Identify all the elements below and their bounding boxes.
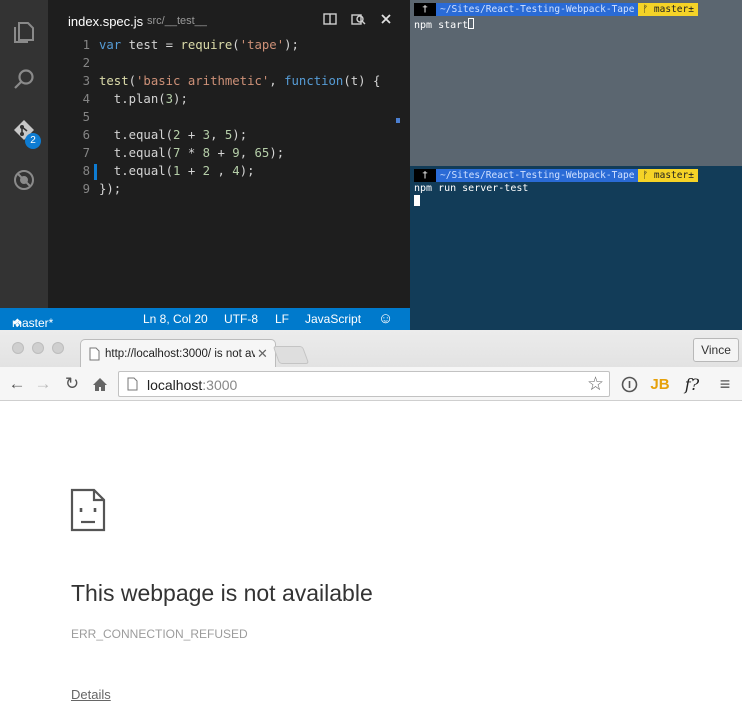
code-line: t.equal(2 + 3, 5);	[99, 128, 248, 142]
line-number: 6	[82, 128, 90, 142]
prompt-dagger-icon: †	[414, 3, 436, 16]
tab-filename[interactable]: index.spec.js	[68, 14, 143, 29]
prompt-bar: † ~/Sites/React-Testing-Webpack-Tape ᚠ m…	[414, 169, 698, 182]
menu-icon[interactable]: ≡	[714, 374, 736, 394]
line-number: 3	[82, 74, 90, 88]
cursor-position[interactable]: Ln 8, Col 20	[143, 312, 208, 326]
git-changes-badge: 2	[25, 133, 41, 149]
terminal-cursor	[468, 18, 475, 29]
code-line: t.equal(7 * 8 + 9, 65);	[99, 146, 285, 160]
git-icon[interactable]	[0, 108, 48, 152]
modified-line-marker	[94, 164, 97, 180]
code-line: var test = require('tape');	[99, 38, 299, 52]
line-number: 8	[82, 164, 90, 178]
page-info-icon[interactable]	[127, 377, 138, 396]
line-number: 7	[82, 146, 90, 160]
bookmark-star-icon[interactable]: ☆	[587, 373, 604, 396]
window-zoom-button[interactable]	[52, 342, 64, 354]
details-link[interactable]: Details	[71, 687, 111, 702]
tab-path: src/__test__	[147, 15, 207, 27]
branch-icon: ᚠ	[642, 4, 654, 15]
feedback-smiley-icon[interactable]: ☺	[378, 310, 393, 327]
tab-title: http://localhost:3000/ is not available	[105, 348, 255, 360]
terminal-command: npm start	[414, 18, 475, 31]
overview-ruler-marker	[396, 118, 400, 123]
window-minimize-button[interactable]	[32, 342, 44, 354]
line-number: 5	[82, 110, 90, 124]
terminal-pane-top[interactable]: † ~/Sites/React-Testing-Webpack-Tape ᚠ m…	[410, 0, 742, 166]
search-icon[interactable]	[0, 58, 48, 102]
prompt-git-branch: ᚠ master±	[638, 169, 698, 182]
open-changes-icon[interactable]	[350, 11, 366, 27]
code-area[interactable]: 1 2 3 4 6 5 7 8 9 var test = require('ta…	[48, 36, 408, 306]
page-icon	[89, 347, 100, 364]
tab-close-icon[interactable]: ✕	[257, 346, 268, 362]
reload-icon[interactable]: ↻	[61, 374, 83, 394]
page-content: This webpage is not available ERR_CONNEC…	[0, 402, 742, 728]
prompt-git-branch: ᚠ master±	[638, 3, 698, 16]
browser-window: http://localhost:3000/ is not available …	[0, 330, 742, 728]
code-editor-window: 2 index.spec.js src/__test__ 1 2 3 4 6 5…	[0, 0, 410, 330]
close-icon[interactable]	[378, 11, 394, 27]
line-number: 2	[82, 56, 90, 70]
error-code: ERR_CONNECTION_REFUSED	[71, 627, 248, 641]
line-number: 9	[82, 182, 90, 196]
back-icon[interactable]: ←	[6, 374, 28, 394]
jetbrains-extension-icon[interactable]: JB	[649, 374, 671, 394]
extension-f-icon[interactable]: f?	[681, 374, 703, 394]
code-line: });	[99, 182, 122, 196]
error-title: This webpage is not available	[71, 580, 373, 606]
code-line: t.equal(1 + 2 , 4);	[99, 164, 255, 178]
line-number: 4	[82, 92, 90, 106]
prompt-path: ~/Sites/React-Testing-Webpack-Tape	[436, 3, 639, 16]
terminal-cursor	[414, 195, 420, 208]
terminal-pane-bottom[interactable]: † ~/Sites/React-Testing-Webpack-Tape ᚠ m…	[410, 166, 742, 330]
profile-button[interactable]: Vince	[693, 338, 739, 362]
url-text: localhost:3000	[147, 377, 238, 393]
code-line: test('basic arithmetic', function(t) {	[99, 74, 381, 88]
prompt-bar: † ~/Sites/React-Testing-Webpack-Tape ᚠ m…	[414, 3, 698, 16]
browser-tab[interactable]: http://localhost:3000/ is not available …	[80, 339, 276, 368]
line-number: 1	[82, 38, 90, 52]
split-editor-icon[interactable]	[322, 11, 338, 27]
encoding-status[interactable]: UTF-8	[224, 312, 258, 326]
sad-page-icon	[70, 488, 106, 537]
language-status[interactable]: JavaScript	[305, 312, 361, 326]
prompt-path: ~/Sites/React-Testing-Webpack-Tape	[436, 169, 639, 182]
editor-tab-bar: index.spec.js src/__test__	[48, 0, 408, 38]
extension-info-icon[interactable]	[618, 374, 640, 394]
activity-bar: 2	[0, 0, 48, 308]
new-tab-button[interactable]	[272, 346, 310, 364]
debug-icon[interactable]	[0, 158, 48, 202]
browser-toolbar: ← → ↻ localhost:3000 ☆ JB f? ≡	[0, 367, 742, 401]
eol-status[interactable]: LF	[275, 312, 289, 326]
browser-tab-strip: http://localhost:3000/ is not available …	[0, 330, 742, 368]
terminal-command: npm run server-test	[414, 183, 529, 194]
prompt-dagger-icon: †	[414, 169, 436, 182]
status-bar: ❖ master* Ln 8, Col 20 UTF-8 LF JavaScri…	[0, 308, 410, 330]
address-bar[interactable]: localhost:3000 ☆	[118, 371, 610, 397]
explorer-icon[interactable]	[0, 10, 48, 54]
code-line: t.plan(3);	[99, 92, 188, 106]
home-icon[interactable]	[89, 374, 111, 394]
branch-icon: ᚠ	[642, 170, 654, 181]
window-close-button[interactable]	[12, 342, 24, 354]
forward-icon[interactable]: →	[32, 374, 54, 394]
